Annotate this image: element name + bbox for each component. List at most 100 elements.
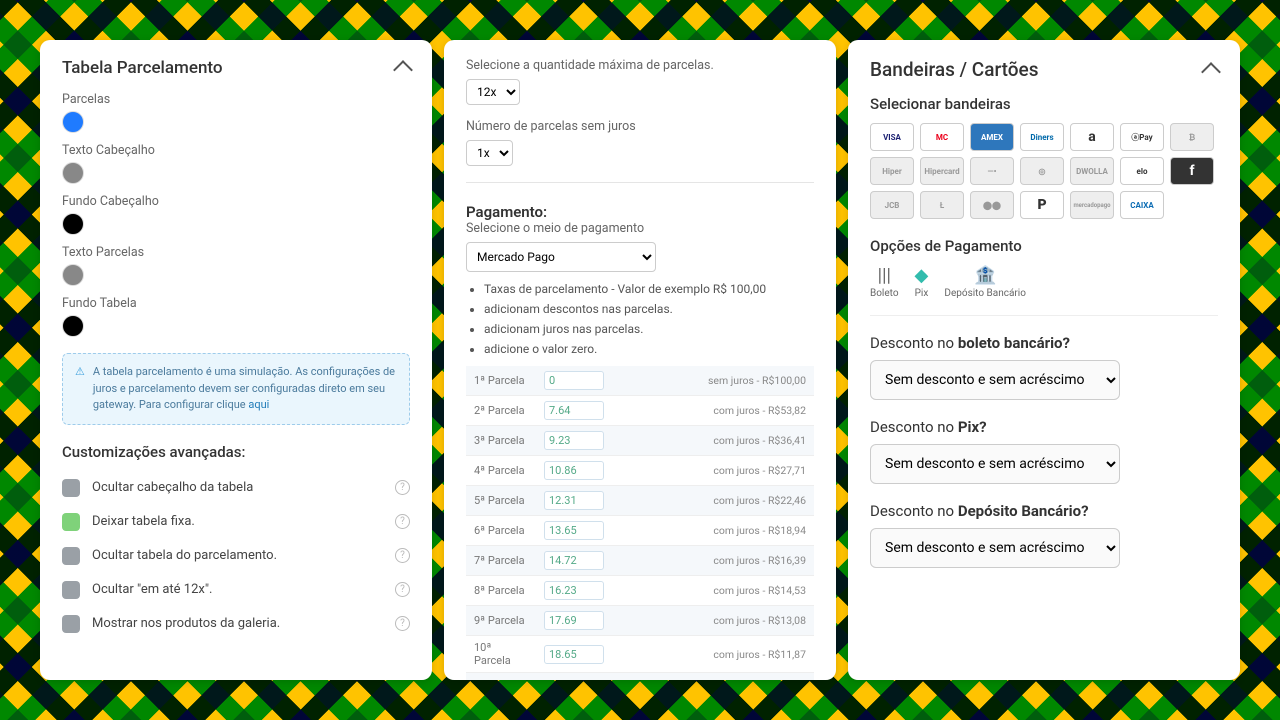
parc-value-input[interactable] xyxy=(544,371,604,390)
option-checkbox[interactable] xyxy=(62,479,80,497)
parc-value-input[interactable] xyxy=(544,611,604,630)
brand-mercadopago[interactable]: mercadopago xyxy=(1070,191,1114,219)
brand-amex[interactable]: AMEX xyxy=(970,123,1014,151)
parc-value-input[interactable] xyxy=(544,551,604,570)
brand-mc[interactable]: MC xyxy=(920,123,964,151)
brand-diners[interactable]: Diners xyxy=(1020,123,1064,151)
brand-f[interactable]: f xyxy=(1170,157,1214,185)
discount-select[interactable]: Sem desconto e sem acréscimo xyxy=(870,360,1120,400)
help-icon[interactable]: ? xyxy=(395,548,410,563)
parc-row: 6ª Parcelacom juros - R$18,94 xyxy=(466,516,814,546)
bandeiras-title: Bandeiras / Cartões xyxy=(870,58,1038,81)
parc-note: com juros - R$53,82 xyxy=(647,396,814,426)
option-checkbox[interactable] xyxy=(62,581,80,599)
pagamento-sub: Selecione o meio de pagamento xyxy=(466,221,814,236)
option-label: Ocultar tabela do parcelamento. xyxy=(92,548,277,563)
help-icon[interactable]: ? xyxy=(395,616,410,631)
label-texto-parcelas: Texto Parcelas xyxy=(62,245,410,260)
payopt-pix[interactable]: ◆Pix xyxy=(915,265,929,299)
option-row: Mostrar nos produtos da galeria.? xyxy=(62,607,410,641)
note-link[interactable]: aqui xyxy=(248,398,269,411)
option-label: Ocultar "em até 12x". xyxy=(92,582,212,597)
brand-caixa[interactable]: CAIXA xyxy=(1120,191,1164,219)
parc-row: 8ª Parcelacom juros - R$14,53 xyxy=(466,576,814,606)
parc-note: com juros - R$22,46 xyxy=(647,486,814,516)
option-checkbox[interactable] xyxy=(62,615,80,633)
brand-p[interactable]: P xyxy=(1020,191,1064,219)
panel-title: Tabela Parcelamento xyxy=(62,58,223,78)
brand-⬤⬤[interactable]: ⬤⬤ xyxy=(970,191,1014,219)
panel-pagamento: Selecione a quantidade máxima de parcela… xyxy=(444,40,836,680)
select-brands-heading: Selecionar bandeiras xyxy=(870,95,1218,113)
parc-value-input[interactable] xyxy=(544,461,604,480)
gateway-select[interactable]: Mercado Pago xyxy=(466,242,656,272)
parc-value-input[interactable] xyxy=(544,581,604,600)
swatch-fundo-cabecalho[interactable] xyxy=(62,213,84,235)
collapse-icon[interactable] xyxy=(393,60,413,80)
label-parcelas: Parcelas xyxy=(62,92,410,107)
label-fundo-cabecalho: Fundo Cabeçalho xyxy=(62,194,410,209)
parc-note: com juros - R$27,71 xyxy=(647,456,814,486)
parc-row: 9ª Parcelacom juros - R$13,08 xyxy=(466,606,814,636)
option-checkbox[interactable] xyxy=(62,513,80,531)
swatch-texto-parcelas[interactable] xyxy=(62,264,84,286)
swatch-parcelas[interactable] xyxy=(62,111,84,133)
parc-row: 2ª Parcela com juros - R$53,82 xyxy=(466,396,814,426)
parc-row: 10ª Parcelacom juros - R$11,87 xyxy=(466,636,814,673)
discount-select[interactable]: Sem desconto e sem acréscimo xyxy=(870,444,1120,484)
note-item: adicionam juros nas parcelas. xyxy=(484,322,814,336)
swatch-texto-cabecalho[interactable] xyxy=(62,162,84,184)
brand-hiper[interactable]: Hiper xyxy=(870,157,914,185)
parc-label: 5ª Parcela xyxy=(466,486,536,516)
swatch-fundo-tabela[interactable] xyxy=(62,315,84,337)
collapse-icon[interactable] xyxy=(1201,62,1221,82)
brand-—•[interactable]: —• xyxy=(970,157,1014,185)
discount-select[interactable]: Sem desconto e sem acréscimo xyxy=(870,528,1120,568)
brand-jcb[interactable]: JCB xyxy=(870,191,914,219)
parc-row: 4ª Parcelacom juros - R$27,71 xyxy=(466,456,814,486)
discount-label: Desconto no boleto bancário? xyxy=(870,334,1218,352)
note-item: adicionam descontos nas parcelas. xyxy=(484,302,814,316)
parc-value-input[interactable] xyxy=(544,401,604,420)
parc-value-input[interactable] xyxy=(544,431,604,450)
max-parcelas-label: Selecione a quantidade máxima de parcela… xyxy=(466,58,814,73)
parc-label: 6ª Parcela xyxy=(466,516,536,546)
parc-row: 3ª Parcelacom juros - R$36,41 xyxy=(466,426,814,456)
note-item: Taxas de parcelamento - Valor de exemplo… xyxy=(484,282,814,296)
option-label: Deixar tabela fixa. xyxy=(92,514,195,529)
help-icon[interactable]: ? xyxy=(395,514,410,529)
max-parcelas-select[interactable]: 12x xyxy=(466,79,520,105)
brand-ⓐpay[interactable]: ⓐPay xyxy=(1120,123,1164,151)
note-text: A tabela parcelamento é uma simulação. A… xyxy=(93,365,395,411)
note-box: ⚠ A tabela parcelamento é uma simulação.… xyxy=(62,353,410,425)
payopt-label: Boleto xyxy=(870,288,899,299)
option-checkbox[interactable] xyxy=(62,547,80,565)
brand-₿[interactable]: ₿ xyxy=(1170,123,1214,151)
parc-label: 7ª Parcela xyxy=(466,546,536,576)
payopts-heading: Opções de Pagamento xyxy=(870,237,1218,255)
help-icon[interactable]: ? xyxy=(395,582,410,597)
brand-a[interactable]: a xyxy=(1070,123,1114,151)
sem-juros-select[interactable]: 1x xyxy=(466,140,513,166)
help-icon[interactable]: ? xyxy=(395,480,410,495)
brand-elo[interactable]: elo xyxy=(1120,157,1164,185)
brand-ł[interactable]: Ł xyxy=(920,191,964,219)
option-row: Ocultar cabeçalho da tabela? xyxy=(62,471,410,505)
payopt-label: Depósito Bancário xyxy=(944,288,1026,299)
panel-tabela-parcelamento: Tabela Parcelamento Parcelas Texto Cabeç… xyxy=(40,40,432,680)
parc-value-input[interactable] xyxy=(544,491,604,510)
parc-value-input[interactable] xyxy=(544,645,604,664)
payopt-boleto[interactable]: |||Boleto xyxy=(870,265,899,299)
payopt-depósito-bancário[interactable]: 🏦 Depósito Bancário xyxy=(944,265,1026,299)
parc-label: 2ª Parcela xyxy=(466,396,536,426)
brand-visa[interactable]: VISA xyxy=(870,123,914,151)
payopt-icon: 🏦 xyxy=(974,265,996,286)
brand-hipercard[interactable]: Hipercard xyxy=(920,157,964,185)
parc-value-input[interactable] xyxy=(544,521,604,540)
parc-note: com juros - R$36,41 xyxy=(647,426,814,456)
label-fundo-tabela: Fundo Tabela xyxy=(62,296,410,311)
note-item: adicione o valor zero. xyxy=(484,342,814,356)
parc-row: 5ª Parcela com juros - R$22,46 xyxy=(466,486,814,516)
brand-◎[interactable]: ◎ xyxy=(1020,157,1064,185)
brand-dwolla[interactable]: DWOLLA xyxy=(1070,157,1114,185)
